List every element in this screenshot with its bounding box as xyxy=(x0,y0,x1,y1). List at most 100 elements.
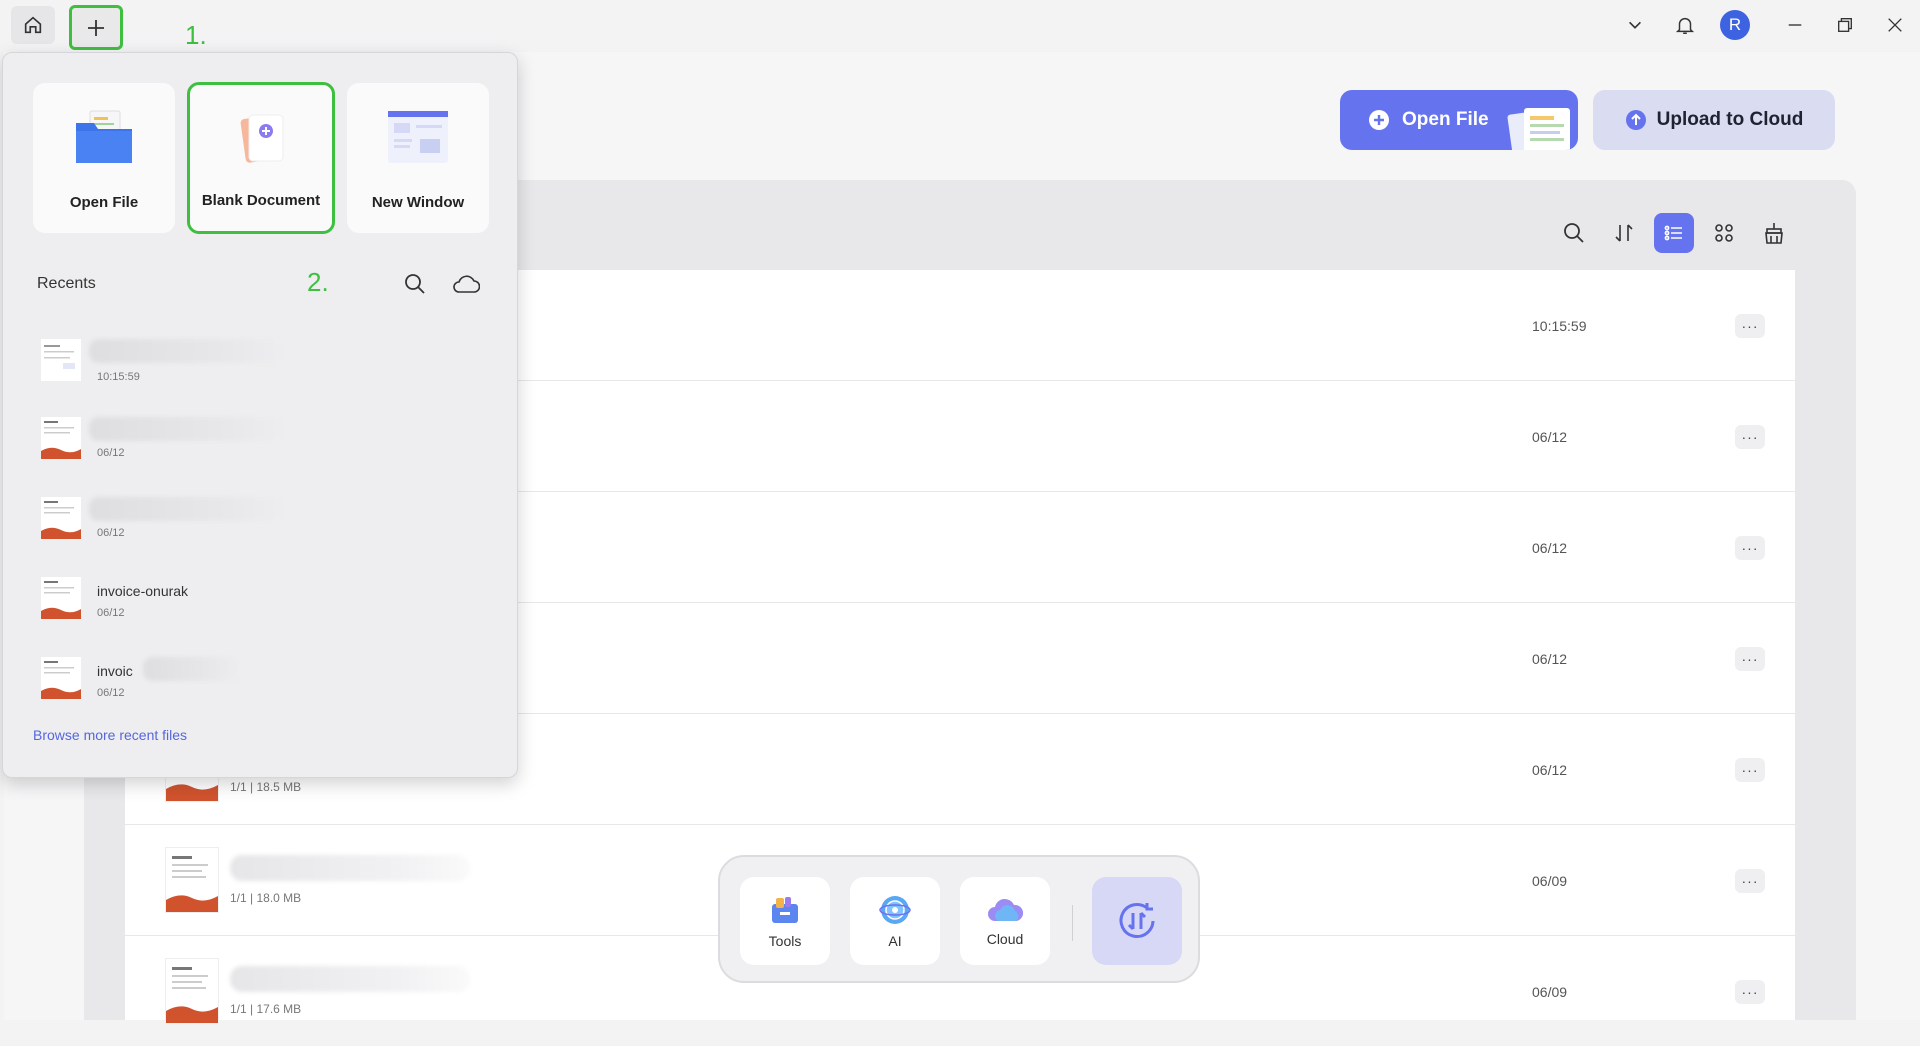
file-meta: 1/1 | 17.6 MB xyxy=(230,1002,302,1016)
home-icon xyxy=(24,16,42,34)
recent-file-date: 06/12 xyxy=(97,687,125,699)
recent-file-item[interactable]: 10:15:59 xyxy=(3,333,519,403)
home-button[interactable] xyxy=(11,6,55,44)
blank-document-card[interactable]: Blank Document xyxy=(187,82,335,234)
recent-file-item[interactable]: invoice-onurak 06/12 xyxy=(3,571,519,641)
clean-button[interactable] xyxy=(1754,213,1794,253)
plus-circle-icon xyxy=(1368,109,1390,131)
ai-orb-icon xyxy=(879,896,911,924)
step-2-annotation: 2. xyxy=(307,267,329,297)
list-view-icon xyxy=(1664,225,1682,241)
avatar-initial: R xyxy=(1728,15,1742,34)
recent-file-item[interactable]: 06/12 xyxy=(3,491,519,561)
minimize-icon xyxy=(1788,24,1802,26)
sort-button[interactable] xyxy=(1604,213,1644,253)
bell-icon xyxy=(1675,17,1695,34)
grid-view-button[interactable] xyxy=(1704,213,1744,253)
file-thumbnail xyxy=(165,958,219,1024)
more-options-button[interactable]: ··· xyxy=(1735,980,1765,1004)
more-options-button[interactable]: ··· xyxy=(1735,647,1765,671)
expand-menu-button[interactable] xyxy=(1620,10,1650,40)
open-file-card[interactable]: Open File xyxy=(33,83,175,233)
chevron-down-icon xyxy=(1629,21,1641,29)
recent-file-name: invoic xyxy=(97,663,133,679)
documents-illustration-icon xyxy=(1504,100,1574,150)
redacted-file-name xyxy=(89,417,289,441)
recent-file-date: 06/12 xyxy=(97,527,125,539)
file-time: 06/09 xyxy=(1532,873,1568,889)
dock-divider xyxy=(1072,905,1073,941)
search-files-button[interactable] xyxy=(1554,213,1594,253)
recent-file-item[interactable]: 06/12 xyxy=(3,411,519,481)
minimize-button[interactable] xyxy=(1780,10,1810,40)
list-view-button[interactable] xyxy=(1654,213,1694,253)
cloud-icon xyxy=(453,275,480,293)
blank-document-card-label: Blank Document xyxy=(201,192,321,209)
recents-search-button[interactable] xyxy=(398,267,432,301)
cloud-icon xyxy=(988,898,1024,921)
upload-to-cloud-label: Upload to Cloud xyxy=(1656,109,1804,130)
dock-ai-label: AI xyxy=(888,933,902,949)
dock-tools-button[interactable]: Tools xyxy=(740,877,830,965)
redacted-file-name xyxy=(230,855,470,881)
more-options-button[interactable]: ··· xyxy=(1735,869,1765,893)
new-tab-button[interactable] xyxy=(69,5,123,50)
title-bar: 1. R xyxy=(0,0,1920,50)
new-menu-popup: Open File Blank Document New Window 2. R… xyxy=(2,52,518,778)
file-time: 06/09 xyxy=(1532,984,1568,1000)
dock-cloud-button[interactable]: Cloud xyxy=(960,877,1050,965)
file-time: 06/12 xyxy=(1532,540,1568,556)
more-options-button[interactable]: ··· xyxy=(1735,536,1765,560)
open-file-card-label: Open File xyxy=(69,194,139,211)
file-time: 06/12 xyxy=(1532,762,1568,778)
new-window-card[interactable]: New Window xyxy=(347,83,489,233)
file-time: 06/12 xyxy=(1532,429,1568,445)
open-file-button[interactable]: Open File xyxy=(1340,90,1578,150)
recent-file-date: 06/12 xyxy=(97,447,125,459)
upload-icon xyxy=(1625,109,1647,131)
file-time: 06/12 xyxy=(1532,651,1568,667)
redacted-file-name xyxy=(89,497,289,521)
bottom-dock: Tools AI Cloud xyxy=(718,855,1200,983)
recents-cloud-button[interactable] xyxy=(449,267,483,301)
more-options-button[interactable]: ··· xyxy=(1735,314,1765,338)
recent-file-thumbnail xyxy=(41,417,81,459)
new-window-icon xyxy=(388,111,448,163)
open-file-label: Open File xyxy=(1402,109,1489,130)
browse-more-recent-link[interactable]: Browse more recent files xyxy=(33,727,187,743)
recent-file-thumbnail xyxy=(41,339,81,381)
recent-file-thumbnail xyxy=(41,497,81,539)
close-icon xyxy=(1888,18,1902,32)
dock-cloud-label: Cloud xyxy=(986,931,1024,947)
upload-to-cloud-button[interactable]: Upload to Cloud xyxy=(1593,90,1835,150)
close-button[interactable] xyxy=(1880,10,1910,40)
step-1-annotation: 1. xyxy=(185,20,207,50)
convert-icon xyxy=(1119,903,1155,938)
dock-ai-button[interactable]: AI xyxy=(850,877,940,965)
recent-file-date: 06/12 xyxy=(97,607,125,619)
recent-file-thumbnail xyxy=(41,657,81,699)
recent-file-date: 10:15:59 xyxy=(97,371,140,383)
file-meta: 1/1 | 18.0 MB xyxy=(230,891,302,905)
toolbox-icon xyxy=(772,897,798,923)
recent-file-name: invoice-onurak xyxy=(97,583,189,599)
dock-convert-button[interactable] xyxy=(1092,877,1182,965)
more-options-button[interactable]: ··· xyxy=(1735,425,1765,449)
recent-file-item[interactable]: invoic 06/12 xyxy=(3,651,519,721)
blank-document-icon xyxy=(240,114,284,163)
more-options-button[interactable]: ··· xyxy=(1735,758,1765,782)
file-thumbnail xyxy=(165,847,219,913)
restore-icon xyxy=(1838,18,1852,32)
search-icon xyxy=(1564,223,1584,243)
restore-button[interactable] xyxy=(1830,10,1860,40)
grid-view-icon xyxy=(1715,224,1733,242)
user-avatar[interactable]: R xyxy=(1720,10,1750,40)
redacted-file-name xyxy=(89,339,289,363)
redacted-file-name xyxy=(230,966,470,992)
plus-icon xyxy=(88,19,104,36)
notifications-button[interactable] xyxy=(1670,10,1700,40)
file-meta: 1/1 | 18.5 MB xyxy=(230,780,302,794)
dock-tools-label: Tools xyxy=(768,933,802,949)
broom-icon xyxy=(1765,223,1783,244)
sort-icon xyxy=(1615,224,1633,242)
